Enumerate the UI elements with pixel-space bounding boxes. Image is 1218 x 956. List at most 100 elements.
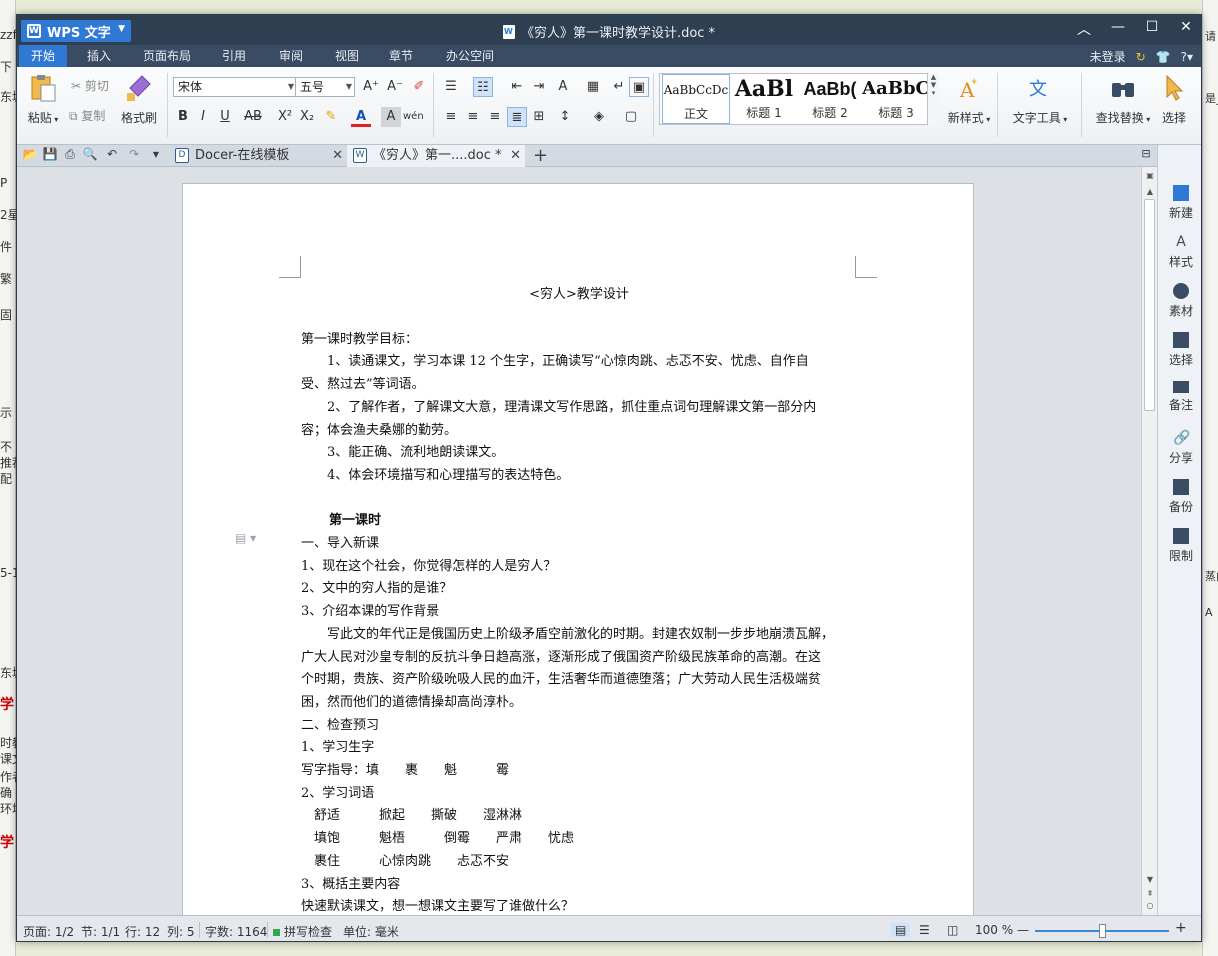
bullet-list-icon[interactable]: ☰: [441, 77, 461, 97]
tab-document[interactable]: W 《穷人》第一....doc * ✕: [347, 145, 525, 167]
paragraph-options-icon[interactable]: ▤ ▾: [235, 531, 256, 545]
italic-icon[interactable]: I: [193, 107, 213, 127]
tab-home[interactable]: 开始: [19, 45, 68, 67]
spell-check-toggle[interactable]: 拼写检查: [273, 923, 332, 940]
taskpane-notes[interactable]: 备注: [1158, 381, 1201, 413]
text-direction-icon[interactable]: A: [553, 77, 573, 97]
customize-toolbar-icon[interactable]: ▼: [147, 150, 165, 159]
grow-font-icon[interactable]: A⁺: [361, 77, 381, 97]
taskpane-backup[interactable]: 备份: [1158, 479, 1201, 515]
text-tools-button[interactable]: 文 文字工具 ▾: [1007, 73, 1073, 126]
shading-icon[interactable]: ◈: [589, 107, 609, 127]
scroll-down-arrow[interactable]: ▼: [1142, 875, 1158, 884]
zoom-level[interactable]: 100 %: [975, 923, 1013, 937]
table-icon[interactable]: ▦: [583, 77, 603, 97]
zoom-out-button[interactable]: —: [1017, 923, 1029, 937]
subscript-icon[interactable]: X₂: [297, 107, 317, 127]
char-shading-icon[interactable]: A: [381, 107, 401, 127]
open-icon[interactable]: 📂: [21, 147, 39, 161]
underline-icon[interactable]: U: [215, 107, 235, 127]
tab-docer-templates[interactable]: D Docer-在线模板 ✕: [169, 145, 347, 167]
taskpane-select[interactable]: 选择: [1158, 332, 1201, 368]
tab-review[interactable]: 审阅: [267, 45, 315, 67]
font-color-icon[interactable]: A: [351, 107, 371, 127]
scroll-thumb[interactable]: [1144, 199, 1155, 411]
font-size-select[interactable]: 五号 ▼: [295, 77, 355, 97]
close-icon[interactable]: ✕: [332, 145, 343, 167]
zoom-slider-handle[interactable]: [1099, 924, 1106, 938]
browse-object-icon[interactable]: ○: [1142, 901, 1158, 910]
ruler-toggle-icon[interactable]: ▣: [1142, 171, 1158, 180]
align-center-icon[interactable]: ≡: [463, 107, 483, 127]
style-heading-1[interactable]: AaBl 标题 1: [730, 74, 798, 124]
tab-page-layout[interactable]: 页面布局: [131, 45, 203, 67]
paragraph-mark-icon[interactable]: ↵: [609, 77, 629, 97]
save-icon[interactable]: 💾: [41, 147, 59, 161]
highlight-icon[interactable]: ✎: [321, 107, 341, 127]
help-icon[interactable]: ?▾: [1181, 50, 1193, 64]
redo-icon[interactable]: ↷: [125, 147, 143, 161]
new-tab-button[interactable]: +: [533, 145, 548, 167]
page-view-icon[interactable]: ▤: [891, 923, 911, 937]
print-icon[interactable]: ⎙: [61, 147, 79, 162]
minimize-button[interactable]: —: [1111, 19, 1125, 39]
select-button[interactable]: 选择: [1157, 73, 1191, 126]
bold-icon[interactable]: B: [173, 107, 193, 127]
taskpane-new[interactable]: 新建: [1158, 185, 1201, 221]
style-normal[interactable]: AaBbCcDc 正文: [662, 74, 730, 124]
superscript-icon[interactable]: X²: [275, 107, 295, 127]
maximize-button[interactable]: ☐: [1145, 19, 1159, 39]
skin-icon[interactable]: 👕: [1156, 50, 1171, 64]
zoom-in-button[interactable]: +: [1175, 920, 1187, 936]
strikethrough-icon[interactable]: AB: [241, 107, 265, 127]
find-replace-button[interactable]: 查找替换 ▾: [1087, 73, 1159, 126]
undo-icon[interactable]: ↶: [103, 147, 121, 161]
sync-icon[interactable]: ↻: [1136, 50, 1146, 64]
line-spacing-icon[interactable]: ↕: [555, 107, 575, 127]
shrink-font-icon[interactable]: A⁻: [385, 77, 405, 97]
copy-button[interactable]: ⧉ 复制: [69, 107, 105, 124]
phonetic-guide-icon[interactable]: wén: [403, 107, 424, 127]
numbered-list-icon[interactable]: ☷: [473, 77, 493, 97]
distributed-icon[interactable]: ⊞: [529, 107, 549, 127]
tab-view[interactable]: 视图: [323, 45, 371, 67]
borders-icon[interactable]: ▢: [621, 107, 641, 127]
format-painter-button[interactable]: 格式刷: [117, 73, 161, 126]
tab-insert[interactable]: 插入: [75, 45, 123, 67]
tab-chapter[interactable]: 章节: [377, 45, 425, 67]
outline-view-icon[interactable]: ☰: [919, 923, 930, 937]
vertical-scrollbar[interactable]: ▣ ▲ ▼ ⇞ ○: [1141, 167, 1157, 915]
increase-indent-icon[interactable]: ⇥: [529, 77, 549, 97]
new-style-button[interactable]: A ✦ 新样式 ▾: [945, 73, 993, 126]
styles-scroll[interactable]: ▲ ▼ ▾: [927, 73, 939, 125]
scroll-up-arrow[interactable]: ▲: [1142, 187, 1158, 196]
web-view-icon[interactable]: ◫: [947, 923, 958, 937]
tab-references[interactable]: 引用: [210, 45, 258, 67]
align-right-icon[interactable]: ≡: [485, 107, 505, 127]
clear-format-icon[interactable]: ✐: [409, 77, 429, 97]
tab-office-space[interactable]: 办公空间: [434, 45, 506, 67]
cut-button[interactable]: ✂ 剪切: [71, 77, 109, 94]
justify-icon[interactable]: ≣: [507, 107, 527, 127]
taskpane-styles[interactable]: A 样式: [1158, 234, 1201, 270]
zoom-slider[interactable]: [1035, 924, 1169, 938]
font-name-select[interactable]: 宋体 ▼: [173, 77, 297, 97]
login-link[interactable]: 未登录: [1090, 48, 1126, 65]
close-button[interactable]: ✕: [1179, 19, 1193, 39]
style-heading-3[interactable]: AaBbC 标题 3: [862, 74, 930, 124]
align-left-icon[interactable]: ≡: [441, 107, 461, 127]
decrease-indent-icon[interactable]: ⇤: [507, 77, 527, 97]
paste-button[interactable]: 粘贴 ▾: [23, 73, 63, 126]
show-marks-icon[interactable]: ▣: [629, 77, 649, 97]
prev-page-icon[interactable]: ⇞: [1142, 889, 1158, 898]
taskpane-share[interactable]: 🔗 分享: [1158, 430, 1201, 466]
status-word-count[interactable]: 字数: 1164: [205, 923, 267, 940]
document-page[interactable]: ▤ ▾ <穷人>教学设计 第一课时教学目标： 1、读通课文，学习本课 12 个生…: [182, 183, 974, 915]
taskpane-restrict[interactable]: 限制: [1158, 528, 1201, 564]
print-preview-icon[interactable]: 🔍: [81, 147, 99, 161]
close-icon[interactable]: ✕: [510, 145, 521, 167]
taskpane-materials[interactable]: 素材: [1158, 283, 1201, 319]
style-heading-2[interactable]: AaBb(标题 2: [796, 74, 864, 124]
collapse-ribbon-button[interactable]: ︿: [1077, 19, 1091, 39]
document-text[interactable]: <穷人>教学设计 第一课时教学目标： 1、读通课文，学习本课 12 个生字，正确…: [301, 284, 857, 915]
